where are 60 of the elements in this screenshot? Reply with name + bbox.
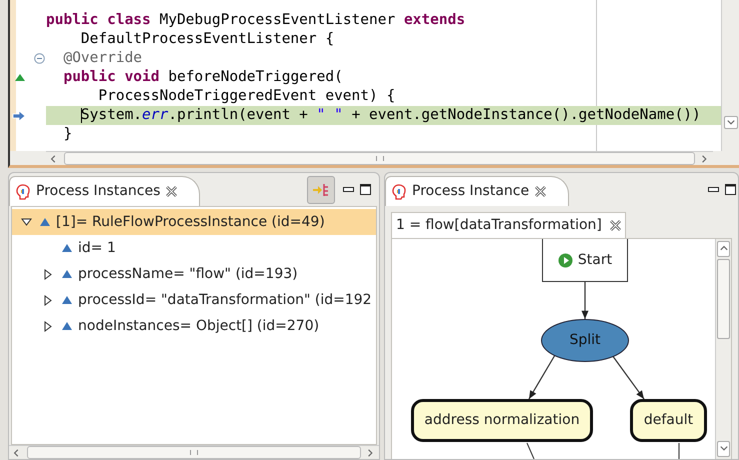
tree-item-label: id= 1: [78, 238, 116, 258]
triangle-icon: [15, 74, 25, 81]
field-icon: [62, 270, 72, 278]
tree-item-label: nodeInstances= Object[] (id=270): [78, 316, 320, 336]
vertical-scrollbar[interactable]: [721, 0, 739, 151]
code-line: ProcessNodeTriggeredEvent event) {: [97, 87, 396, 106]
arrow: [528, 354, 556, 400]
collapsed-arrow-icon[interactable]: [44, 294, 52, 306]
code-line: DefaultProcessEventListener {: [80, 30, 336, 49]
debug-pointer-icon: [12, 110, 26, 120]
play-icon: [558, 252, 573, 268]
close-icon[interactable]: [535, 186, 546, 197]
scroll-right-icon[interactable]: [367, 448, 375, 458]
maximize-icon[interactable]: [725, 184, 736, 195]
maximize-icon[interactable]: [360, 184, 371, 195]
task-node[interactable]: default: [630, 399, 707, 442]
tree-item-label: processId= "dataTransformation" (id=192: [78, 290, 372, 310]
view-tab[interactable]: Process Instances: [9, 176, 200, 206]
arrow: [612, 354, 644, 400]
tree-item[interactable]: processId= "dataTransformation" (id=192: [12, 287, 376, 313]
editor-tab[interactable]: 1 = flow[dataTransformation]: [391, 212, 626, 238]
tree-item[interactable]: id= 1: [12, 235, 376, 261]
scroll-down-icon[interactable]: [726, 118, 734, 128]
field-icon: [40, 218, 50, 226]
scroll-left-icon[interactable]: [50, 154, 58, 164]
collapse-icon[interactable]: [34, 53, 45, 64]
field-icon: [62, 322, 72, 330]
view-tab[interactable]: Process Instance: [385, 176, 570, 206]
close-icon[interactable]: [166, 186, 178, 197]
collapsed-arrow-icon[interactable]: [44, 268, 52, 280]
task-node[interactable]: address normalization: [411, 399, 593, 442]
connector-line: [678, 442, 680, 459]
tree-arrow-icon: [312, 182, 330, 196]
toolbar-button[interactable]: [307, 176, 335, 204]
scroll-right-icon[interactable]: [701, 154, 709, 164]
process-icon: [16, 184, 30, 200]
collapsed-arrow-icon[interactable]: [44, 320, 52, 332]
horizontal-scrollbar[interactable]: [9, 445, 379, 459]
field-icon: [62, 244, 72, 252]
tree-item-label: [1]= RuleFlowProcessInstance (id=49): [56, 212, 325, 232]
vertical-scrollbar[interactable]: [715, 239, 731, 459]
code-line: public class MyDebugProcessEventListener extends: [46, 11, 466, 30]
tree-item[interactable]: nodeInstances= Object[] (id=270): [12, 313, 376, 339]
process-icon: [392, 184, 406, 200]
close-icon[interactable]: [610, 220, 621, 231]
tree-item[interactable]: [1]= RuleFlowProcessInstance (id=49): [12, 209, 376, 235]
tree-item-label: processName= "flow" (id=193): [78, 264, 298, 284]
scroll-left-icon[interactable]: [13, 448, 21, 458]
connector-line: [526, 442, 534, 459]
field-icon: [62, 296, 72, 304]
arrow: [582, 282, 588, 319]
code-line: public void beforeNodeTriggered(: [62, 68, 344, 87]
split-node[interactable]: Split: [541, 319, 629, 362]
code-line: @Override: [62, 49, 144, 68]
minimize-icon[interactable]: [343, 186, 354, 192]
minimize-icon[interactable]: [708, 186, 719, 192]
expanded-arrow-icon[interactable]: [20, 218, 32, 226]
code-line: }: [62, 125, 74, 144]
start-node[interactable]: Start: [542, 239, 628, 282]
tree-item[interactable]: processName= "flow" (id=193): [12, 261, 376, 287]
